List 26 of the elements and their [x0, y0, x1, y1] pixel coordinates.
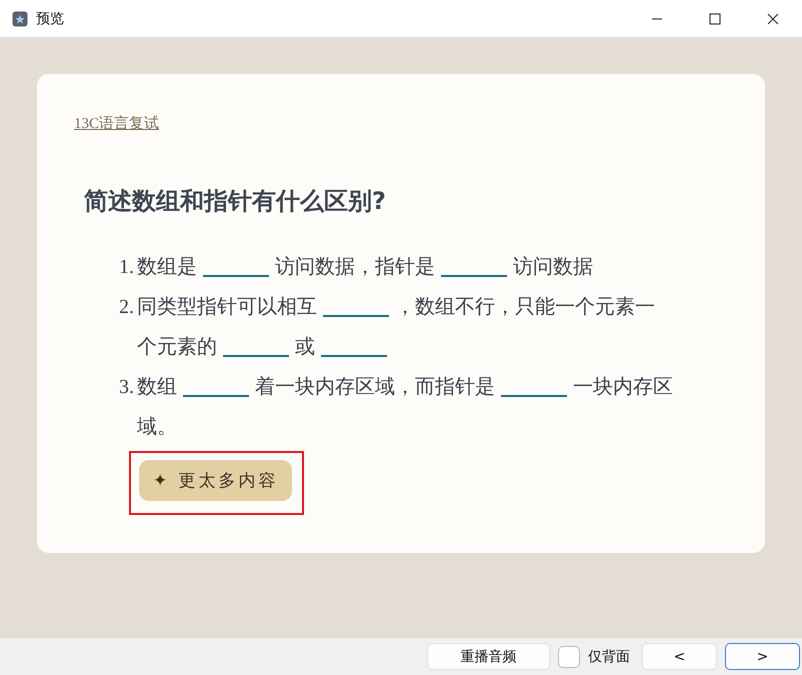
checkbox[interactable]: [558, 646, 580, 668]
item-text: 域。: [137, 416, 177, 438]
more-button[interactable]: ✦ 更太多内容: [139, 460, 292, 501]
window-title: 预览: [36, 10, 64, 28]
item-text: 一块内存区: [573, 376, 673, 398]
next-button[interactable]: >: [725, 643, 800, 670]
item-text: 访问数据: [513, 256, 593, 278]
item-number: 2.: [118, 295, 135, 320]
deck-link[interactable]: 13C语言复试: [74, 114, 160, 133]
item-text: 数组是: [137, 256, 197, 278]
item-text: 着一块内存区域，而指针是: [255, 376, 495, 398]
maximize-icon[interactable]: [709, 12, 721, 24]
item-number: 1.: [118, 255, 135, 280]
item-text: 个元素的: [137, 336, 217, 358]
question-title: 简述数组和指针有什么区别?: [84, 186, 387, 217]
back-only-label: 仅背面: [588, 648, 630, 666]
item-number: 3.: [118, 375, 135, 400]
close-icon[interactable]: [767, 12, 779, 24]
item-text: 同类型指针可以相互: [137, 296, 317, 318]
item-text: 数组: [137, 376, 177, 398]
replay-audio-button[interactable]: 重播音频: [427, 643, 550, 670]
app-icon: [12, 10, 28, 26]
item-text: ，数组不行，只能一个元素一: [395, 296, 655, 318]
item-text: 访问数据，指针是: [275, 256, 435, 278]
item-text: 或: [295, 336, 315, 358]
previous-button[interactable]: <: [642, 643, 717, 670]
